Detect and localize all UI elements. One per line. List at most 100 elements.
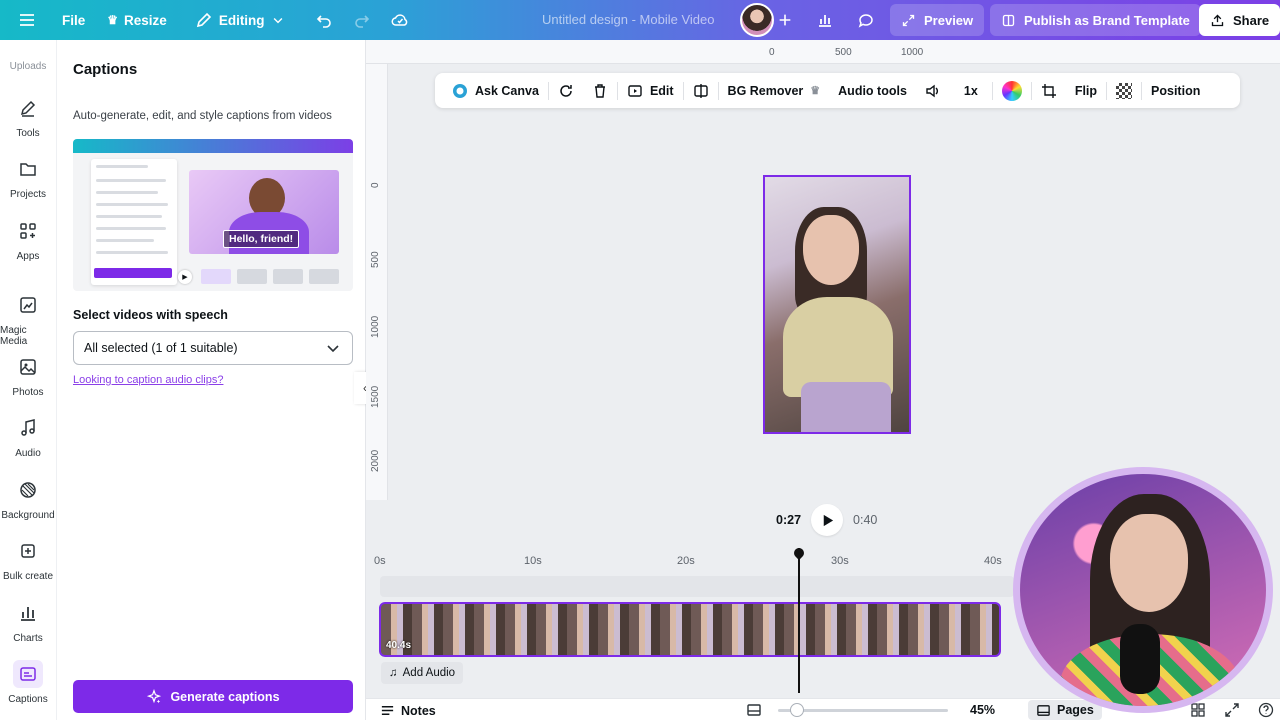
share-button[interactable]: Share (1199, 4, 1280, 36)
panel-description: Auto-generate, edit, and style captions … (73, 110, 332, 122)
resize-button[interactable]: ♛ Resize (95, 0, 177, 40)
notes-label: Notes (401, 703, 436, 718)
volume-button[interactable] (916, 73, 950, 108)
bulk-create-icon (13, 537, 43, 565)
timeline-toggle-icon[interactable] (746, 702, 762, 718)
ruler-v-label: 0 (370, 182, 381, 188)
preview-button[interactable]: Preview (890, 4, 985, 36)
play-button[interactable] (811, 504, 844, 536)
redo-button[interactable] (343, 0, 381, 40)
bar-chart-icon (819, 15, 831, 27)
rail-apps[interactable]: Apps (0, 217, 56, 262)
ruler-v-label: 1000 (370, 315, 381, 338)
rail-uploads[interactable]: Uploads (0, 61, 56, 72)
caption-track[interactable] (380, 576, 1014, 597)
speed-label: 1x (963, 83, 978, 98)
photo-icon (13, 353, 43, 381)
transparency-icon (1116, 82, 1133, 99)
cloud-save-status[interactable] (381, 0, 419, 40)
pen-icon (13, 94, 43, 122)
redo-icon (354, 15, 369, 28)
add-collaborator-button[interactable] (777, 0, 793, 40)
speaker-icon (926, 84, 938, 97)
file-menu[interactable]: File (46, 0, 95, 40)
audio-tools-button[interactable]: Audio tools (829, 73, 916, 108)
rail-tools[interactable]: Tools (0, 94, 56, 139)
videos-select-dropdown[interactable]: All selected (1 of 1 suitable) (73, 331, 353, 365)
comments-button[interactable] (857, 0, 875, 40)
video-clip-track[interactable] (379, 602, 1001, 657)
ruler-v-label: 1500 (370, 385, 381, 408)
menu-button[interactable] (0, 0, 46, 40)
editing-mode-dropdown[interactable]: Editing (177, 0, 295, 40)
rail-charts[interactable]: Charts (0, 599, 56, 644)
rail-projects-label: Projects (9, 189, 47, 200)
timeline-scale: 0s 10s 20s 30s 40s (374, 555, 1014, 569)
rail-projects[interactable]: Projects (0, 155, 56, 200)
microphone-icon (1120, 624, 1160, 694)
insights-button[interactable] (816, 0, 834, 40)
current-time: 0:27 (776, 513, 802, 527)
notes-button[interactable]: Notes (380, 703, 436, 718)
zoom-slider-handle[interactable] (790, 703, 804, 717)
crop-button[interactable] (1032, 73, 1066, 108)
video-element-selected[interactable] (763, 175, 911, 434)
edit-button[interactable]: Edit (618, 73, 683, 108)
split-button[interactable] (684, 73, 718, 108)
publish-brand-template-button[interactable]: Publish as Brand Template (990, 4, 1201, 36)
editing-label: Editing (218, 12, 265, 28)
apps-icon (13, 217, 43, 245)
rail-audio[interactable]: Audio (0, 414, 56, 459)
position-button[interactable]: Position (1142, 73, 1209, 108)
timeline-tick: 0s (374, 555, 386, 567)
timeline-playhead[interactable] (798, 548, 800, 693)
timeline-tick: 40s (984, 555, 1002, 567)
undo-button[interactable] (295, 0, 343, 40)
plus-icon (779, 14, 791, 26)
ask-canva-button[interactable]: Ask Canva (443, 73, 548, 108)
add-audio-button[interactable]: ♫ Add Audio (381, 662, 464, 684)
help-icon[interactable] (1258, 702, 1274, 718)
position-label: Position (1151, 83, 1201, 98)
play-icon: ▶ (178, 270, 192, 284)
document-title[interactable]: Untitled design - Mobile Video (542, 12, 714, 27)
flip-button[interactable]: Flip (1066, 73, 1106, 108)
crown-icon: ♛ (810, 85, 821, 97)
zoom-level[interactable]: 45% (970, 703, 995, 717)
rail-magic-media[interactable]: Magic Media (0, 291, 56, 347)
delete-button[interactable] (583, 73, 617, 108)
timeline-tick: 30s (831, 555, 849, 567)
add-audio-label: Add Audio (402, 667, 456, 679)
ask-canva-label: Ask Canva (475, 83, 539, 98)
user-avatar[interactable] (740, 3, 774, 37)
rail-bulk-create[interactable]: Bulk create (0, 537, 56, 582)
music-note-icon: ♫ (389, 667, 398, 679)
promo-clip-strip (201, 269, 339, 284)
rail-background[interactable]: Background (0, 476, 56, 521)
ruler-v-label: 500 (370, 251, 381, 268)
audio-tools-label: Audio tools (838, 83, 907, 98)
bg-remover-button[interactable]: BG Remover ♛ (719, 73, 830, 108)
chevron-down-icon (273, 17, 282, 24)
magic-media-icon (13, 291, 43, 319)
caption-audio-link[interactable]: Looking to caption audio clips? (73, 374, 223, 386)
color-button[interactable] (993, 73, 1031, 108)
clip-duration: 40.4s (386, 640, 412, 651)
rail-captions[interactable]: Captions (0, 660, 56, 705)
comment-icon (858, 14, 873, 28)
rail-photos[interactable]: Photos (0, 353, 56, 398)
replace-button[interactable] (549, 73, 583, 108)
panel-title: Captions (73, 61, 138, 78)
undo-icon (316, 15, 331, 28)
transparency-button[interactable] (1107, 73, 1141, 108)
playback-speed-button[interactable]: 1x (950, 73, 992, 108)
music-icon (13, 414, 43, 442)
timeline-tick: 20s (677, 555, 695, 567)
file-label: File (62, 12, 86, 28)
rail-charts-label: Charts (13, 633, 43, 644)
presenter-webcam-overlay (1013, 467, 1273, 713)
ruler-v-label: 2000 (370, 449, 381, 472)
rail-audio-label: Audio (15, 448, 41, 459)
bg-remover-label: BG Remover (727, 83, 804, 98)
generate-captions-button[interactable]: Generate captions (73, 680, 353, 713)
